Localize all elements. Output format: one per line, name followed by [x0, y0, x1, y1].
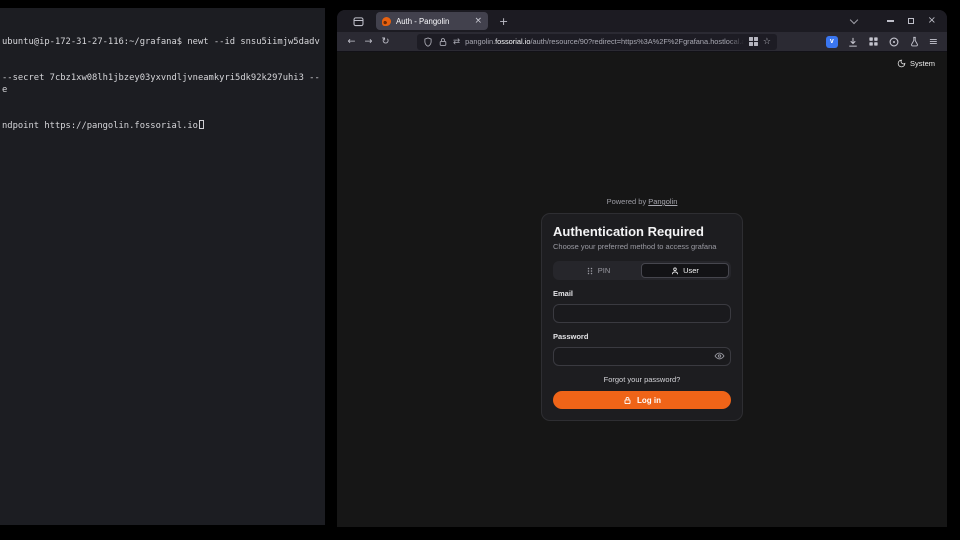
bookmark-star-icon[interactable]: ☆ [763, 37, 771, 47]
card-title: Authentication Required [553, 224, 731, 239]
login-button[interactable]: Log in [553, 391, 731, 409]
url-domain: fossorial.io [495, 37, 530, 46]
powered-by-text: Powered by [607, 197, 647, 206]
password-label: Password [553, 332, 731, 341]
toolbar-extension-icons: v ≡ [826, 35, 938, 48]
terminal-window[interactable]: ubuntu@ip-172-31-27-116:~/grafana$ newt … [0, 8, 325, 525]
pangolin-link[interactable]: Pangolin [648, 197, 677, 206]
tab-pin[interactable]: PIN [555, 263, 641, 278]
tab-pin-label: PIN [598, 266, 611, 275]
tracking-protection-shield-icon[interactable] [423, 37, 433, 47]
theme-selector[interactable]: System [897, 59, 935, 68]
terminal-line: ndpoint https://pangolin.fossorial.io [2, 120, 323, 132]
downloads-icon[interactable] [847, 36, 859, 48]
tab-user-label: User [683, 266, 699, 275]
maximize-button[interactable] [908, 18, 914, 24]
reload-button[interactable]: ↻ [377, 36, 394, 47]
theme-label: System [910, 59, 935, 68]
back-button[interactable]: ← [343, 36, 360, 47]
page-content: System Powered byPangolin Authentication… [337, 52, 947, 527]
browser-tab-auth-pangolin[interactable]: Auth - Pangolin × [376, 12, 488, 30]
card-subtitle: Choose your preferred method to access g… [553, 242, 731, 251]
auth-card: Authentication Required Choose your pref… [541, 213, 743, 421]
email-label: Email [553, 289, 731, 298]
browser-window: Auth - Pangolin × + × ← → ↻ ⇄ pangolin.f… [337, 10, 947, 527]
terminal-line-text: ndpoint https://pangolin.fossorial.io [2, 121, 198, 131]
circle-extension-icon[interactable] [888, 36, 900, 48]
login-lock-icon [623, 396, 632, 405]
new-tab-button[interactable]: + [499, 15, 508, 28]
extensions-grid-icon[interactable] [868, 36, 879, 47]
password-input-wrap [553, 346, 731, 366]
flask-extension-icon[interactable] [909, 36, 920, 47]
tab-user[interactable]: User [641, 263, 729, 278]
tab-bar: Auth - Pangolin × + × [337, 10, 947, 32]
tab-title: Auth - Pangolin [396, 17, 469, 26]
url-bar[interactable]: ⇄ pangolin.fossorial.io/auth/resource/90… [417, 34, 777, 50]
page-action-grid-icon[interactable] [749, 37, 758, 46]
terminal-line: --secret 7cbz1xw08lh1jbzey03yxvndljvneam… [2, 72, 323, 96]
auth-method-tabs: PIN User [553, 261, 731, 280]
password-field[interactable] [553, 347, 731, 366]
keypad-icon [586, 267, 594, 275]
forgot-password-link[interactable]: Forgot your password? [553, 375, 731, 384]
lock-icon[interactable] [438, 37, 448, 47]
user-icon [671, 267, 679, 275]
minimize-button[interactable] [887, 20, 894, 21]
email-field[interactable] [553, 304, 731, 323]
terminal-line: ubuntu@ip-172-31-27-116:~/grafana$ newt … [2, 36, 323, 48]
blue-extension-icon[interactable]: v [826, 36, 838, 48]
navigation-toolbar: ← → ↻ ⇄ pangolin.fossorial.io/auth/resou… [337, 32, 947, 52]
menu-hamburger-icon[interactable]: ≡ [929, 35, 938, 48]
terminal-cursor [199, 120, 204, 129]
url-path: /auth/resource/90?redirect=https%3A%2F%2… [530, 37, 743, 46]
url-text: pangolin.fossorial.io/auth/resource/90?r… [465, 37, 744, 46]
forward-button[interactable]: → [360, 36, 377, 47]
url-pre-domain: pangolin. [465, 37, 495, 46]
email-input-wrap [553, 303, 731, 323]
auth-section: Powered byPangolin Authentication Requir… [541, 197, 743, 421]
firefox-view-icon[interactable] [349, 13, 367, 29]
powered-by: Powered byPangolin [541, 197, 743, 206]
window-controls: × [887, 16, 936, 26]
show-password-eye-icon[interactable] [714, 351, 725, 362]
list-all-tabs-chevron-icon[interactable] [849, 15, 857, 23]
pangolin-favicon-icon [382, 17, 391, 26]
login-button-label: Log in [637, 396, 661, 405]
permissions-swap-icon[interactable]: ⇄ [453, 37, 460, 47]
tab-close-icon[interactable]: × [474, 16, 482, 26]
moon-icon [897, 59, 906, 68]
close-window-button[interactable]: × [928, 16, 936, 26]
